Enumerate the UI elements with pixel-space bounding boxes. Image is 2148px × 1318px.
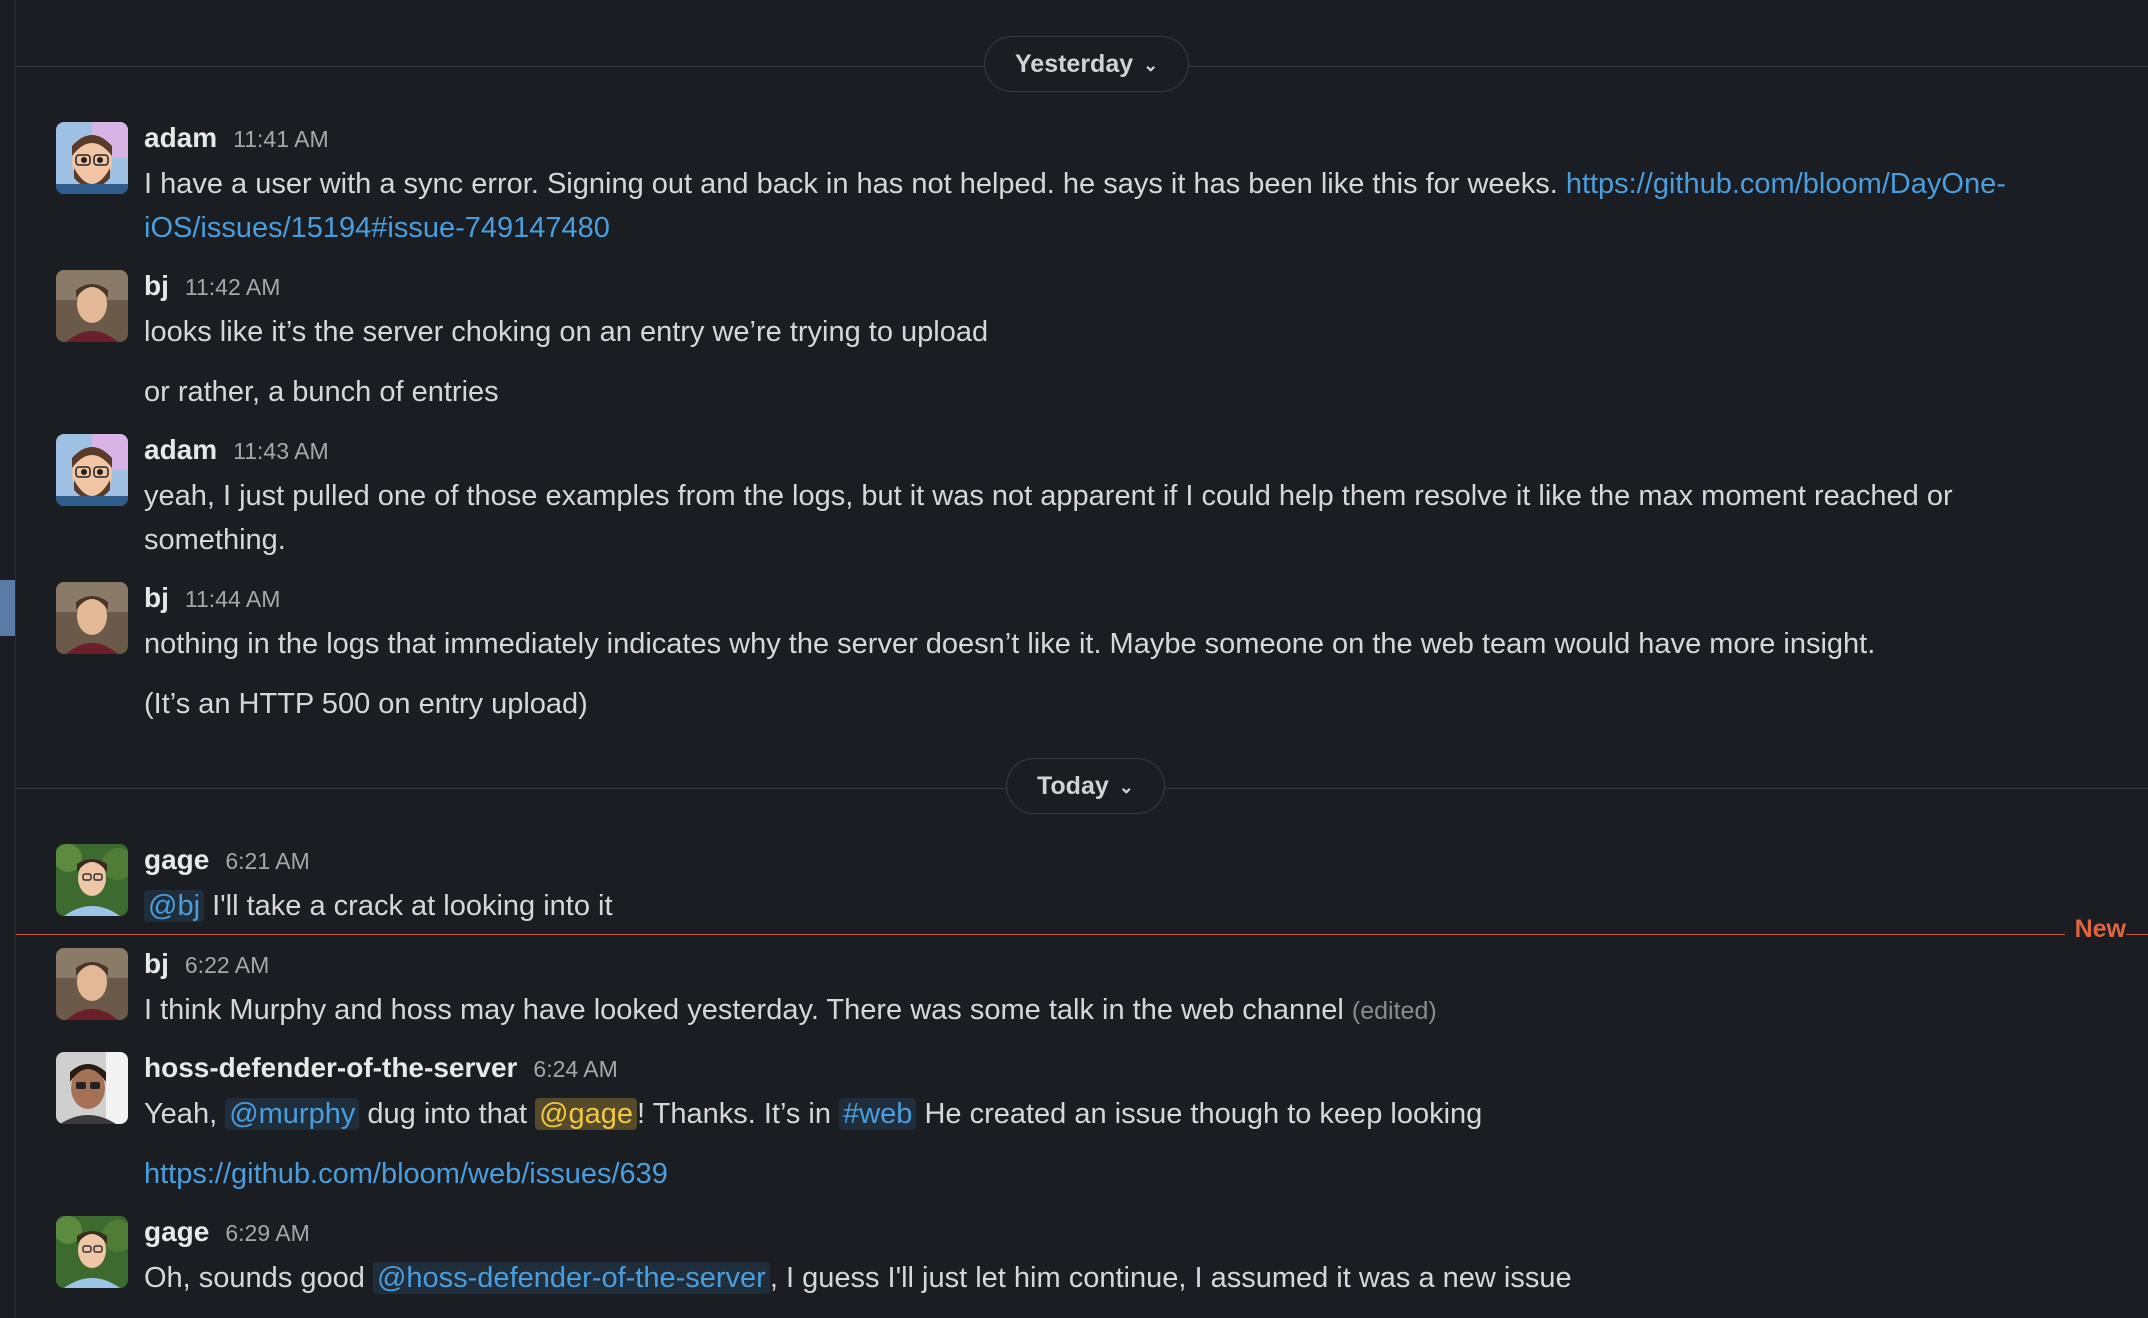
author-name[interactable]: gage xyxy=(144,1216,209,1248)
timestamp[interactable]: 6:29 AM xyxy=(225,1220,309,1247)
new-messages-divider xyxy=(16,934,2148,935)
day-label: Today xyxy=(1037,771,1109,800)
message-link-continued[interactable]: iOS/issues/15194#issue-749147480 xyxy=(144,212,610,244)
channel-link[interactable]: #web xyxy=(839,1098,917,1130)
timestamp[interactable]: 11:41 AM xyxy=(233,126,328,153)
author-name[interactable]: adam xyxy=(144,122,217,154)
author-name[interactable]: bj xyxy=(144,582,169,614)
avatar-gage[interactable] xyxy=(56,1216,128,1288)
chevron-down-icon: ⌄ xyxy=(1118,776,1134,797)
avatar-adam[interactable] xyxy=(56,122,128,194)
message-followup: or rather, a bunch of entries xyxy=(144,376,499,408)
day-divider-button[interactable]: Today ⌄ xyxy=(1006,758,1165,814)
edited-label: (edited) xyxy=(1351,997,1437,1025)
message: adam 11:43 AM yeah, I just pulled one of… xyxy=(56,434,2088,562)
message: hoss-defender-of-the-server 6:24 AM Yeah… xyxy=(56,1052,2088,1136)
user-mention[interactable]: @hoss-defender-of-the-server xyxy=(372,1262,770,1294)
avatar-bj[interactable] xyxy=(56,582,128,654)
author-name[interactable]: bj xyxy=(144,270,169,302)
author-name[interactable]: bj xyxy=(144,948,169,980)
avatar-hoss[interactable] xyxy=(56,1052,128,1124)
timestamp[interactable]: 11:44 AM xyxy=(185,586,280,613)
user-mention[interactable]: @bj xyxy=(144,890,205,922)
message: bj 6:22 AM I think Murphy and hoss may h… xyxy=(56,948,2088,1033)
timestamp[interactable]: 11:43 AM xyxy=(233,438,328,465)
chevron-down-icon: ⌄ xyxy=(1143,54,1159,75)
message-followup: (It’s an HTTP 500 on entry upload) xyxy=(144,688,588,720)
message-text: yeah, I just pulled one of those example… xyxy=(144,480,1953,556)
message-link[interactable]: https://github.com/bloom/web/issues/639 xyxy=(144,1158,668,1190)
message: gage 6:21 AM @bj I'll take a crack at lo… xyxy=(56,844,2088,928)
avatar-gage[interactable] xyxy=(56,844,128,916)
avatar-bj[interactable] xyxy=(56,948,128,1020)
timestamp[interactable]: 6:24 AM xyxy=(533,1056,617,1083)
message-text: Yeah, @murphy dug into that @gage! Thank… xyxy=(144,1098,1483,1130)
new-messages-label: New xyxy=(2064,915,2126,944)
self-mention[interactable]: @gage xyxy=(535,1098,638,1130)
message-text: nothing in the logs that immediately ind… xyxy=(144,628,1876,660)
timestamp[interactable]: 6:22 AM xyxy=(185,952,269,979)
message-link[interactable]: https://github.com/bloom/DayOne- xyxy=(1566,168,2006,200)
day-divider-button[interactable]: Yesterday ⌄ xyxy=(984,36,1190,92)
message-text: @bj I'll take a crack at looking into it xyxy=(144,884,2088,928)
scroll-indicator xyxy=(0,580,15,636)
day-label: Yesterday xyxy=(1015,49,1134,78)
day-divider-today: Today ⌄ xyxy=(16,758,2148,818)
author-name[interactable]: gage xyxy=(144,844,209,876)
message-text: I have a user with a sync error. Signing… xyxy=(144,168,2006,244)
user-mention[interactable]: @murphy xyxy=(225,1098,360,1130)
message: bj 11:44 AM nothing in the logs that imm… xyxy=(56,582,2088,666)
message-followup: https://github.com/bloom/web/issues/639 xyxy=(144,1152,668,1196)
avatar-adam[interactable] xyxy=(56,434,128,506)
message-text: I think Murphy and hoss may have looked … xyxy=(144,994,1437,1026)
message: adam 11:41 AM I have a user with a sync … xyxy=(56,122,2088,250)
author-name[interactable]: adam xyxy=(144,434,217,466)
message: gage 6:29 AM Oh, sounds good @hoss-defen… xyxy=(56,1216,2088,1300)
timestamp[interactable]: 6:21 AM xyxy=(225,848,309,875)
avatar-bj[interactable] xyxy=(56,270,128,342)
message: bj 11:42 AM looks like it’s the server c… xyxy=(56,270,2088,354)
message-text: looks like it’s the server choking on an… xyxy=(144,316,989,348)
message-text: Oh, sounds good @hoss-defender-of-the-se… xyxy=(144,1262,1572,1294)
timestamp[interactable]: 11:42 AM xyxy=(185,274,280,301)
left-edge xyxy=(0,0,16,1318)
author-name[interactable]: hoss-defender-of-the-server xyxy=(144,1052,517,1084)
day-divider-yesterday: Yesterday ⌄ xyxy=(16,36,2148,96)
